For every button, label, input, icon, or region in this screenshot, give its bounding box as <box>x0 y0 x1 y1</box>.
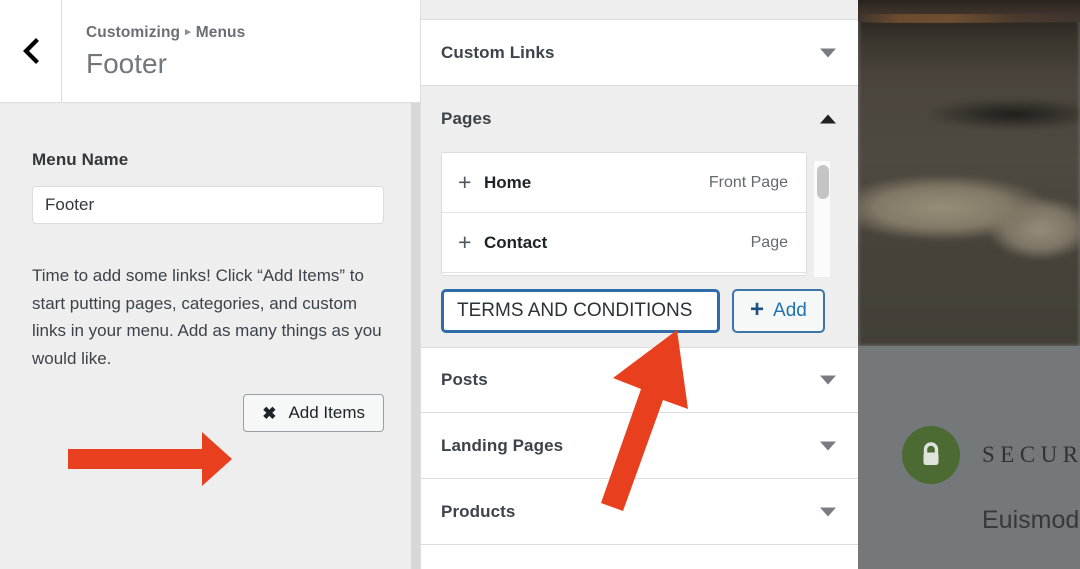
menu-name-label: Menu Name <box>32 150 129 169</box>
accordion-products[interactable]: Products <box>421 479 858 545</box>
secure-feature-row: SECURE <box>902 426 1080 484</box>
breadcrumb-separator-icon: ▸ <box>185 25 191 38</box>
add-custom-link-row: + Add <box>421 276 858 347</box>
chevron-down-icon <box>820 375 836 385</box>
chevron-down-icon <box>820 48 836 57</box>
back-button[interactable] <box>0 0 62 102</box>
page-type: Page <box>750 233 788 251</box>
accordion-pages-label: Pages <box>441 109 492 128</box>
secure-heading: SECURE <box>982 442 1080 467</box>
page-title: Home <box>484 172 532 192</box>
preview-feature-band: SECURE Euismod <box>858 346 1080 569</box>
plus-icon: + <box>458 169 472 195</box>
secure-subtext: Euismod <box>982 506 1080 534</box>
list-item[interactable]: + Contact Page <box>442 213 806 273</box>
add-link-button[interactable]: + Add <box>732 289 825 333</box>
plus-icon: + <box>458 229 472 255</box>
panel-header: Customizing ▸ Menus Footer <box>0 0 420 103</box>
add-items-row: ✖ Add Items <box>32 394 384 433</box>
breadcrumb-section: Menus <box>195 23 246 41</box>
close-x-icon: ✖ <box>262 403 277 423</box>
breadcrumb: Customizing ▸ Menus <box>86 24 420 42</box>
pages-list: + Home Front Page + Contact Page <box>441 152 807 276</box>
chevron-left-icon <box>20 36 42 66</box>
accordion-custom-links[interactable]: Custom Links <box>421 20 858 86</box>
menu-name-input[interactable] <box>32 186 384 224</box>
chevron-down-icon <box>820 507 836 516</box>
menu-help-text: Time to add some links! Click “Add Items… <box>32 266 382 368</box>
breadcrumb-root: Customizing <box>86 23 181 41</box>
page-type: Front Page <box>708 173 788 191</box>
lock-icon <box>902 426 960 484</box>
plus-icon: + <box>750 296 765 323</box>
add-items-button-label: Add Items <box>288 403 365 423</box>
accordion-posts[interactable]: Posts <box>421 347 858 413</box>
available-menu-items-panel: Custom Links Pages + Home Front Page + C… <box>420 0 858 569</box>
accordion-landing-pages-label: Landing Pages <box>441 435 564 455</box>
left-panel-scrollbar[interactable] <box>411 103 420 569</box>
chevron-down-icon <box>820 441 836 450</box>
menu-settings-body: Menu Name Time to add some links! Click … <box>0 103 420 569</box>
header-titles: Customizing ▸ Menus Footer <box>62 0 420 102</box>
available-items-top-strip <box>421 0 858 20</box>
customizer-screen: Customizing ▸ Menus Footer Menu Name Time … <box>0 0 1080 569</box>
menu-item-search-input[interactable] <box>441 289 720 333</box>
accordion-custom-links-label: Custom Links <box>441 42 555 62</box>
accordion-next-section[interactable] <box>421 545 858 569</box>
accordion-landing-pages[interactable]: Landing Pages <box>421 413 858 479</box>
site-preview: SECURE Euismod <box>858 0 1080 569</box>
pages-section-body: + Home Front Page + Contact Page <box>421 152 858 278</box>
accordion-products-label: Products <box>441 501 516 521</box>
add-link-button-label: Add <box>773 300 807 321</box>
pages-list-scrollbar[interactable] <box>813 160 831 278</box>
page-title: Contact <box>484 232 548 252</box>
pages-list-scroll-thumb[interactable] <box>817 165 829 199</box>
customizer-control-panel: Customizing ▸ Menus Footer Menu Name Time … <box>0 0 420 569</box>
accordion-posts-label: Posts <box>441 370 488 389</box>
list-item[interactable]: + Home Front Page <box>442 153 806 213</box>
secure-feature-block: SECURE Euismod <box>902 426 1080 535</box>
preview-hero-image <box>858 0 1080 346</box>
accordion-pages[interactable]: Pages <box>421 86 858 152</box>
add-items-button[interactable]: ✖ Add Items <box>243 394 384 433</box>
page-title: Footer <box>86 47 167 79</box>
preview-hero-highlight <box>858 14 1080 23</box>
chevron-up-icon <box>820 114 836 124</box>
